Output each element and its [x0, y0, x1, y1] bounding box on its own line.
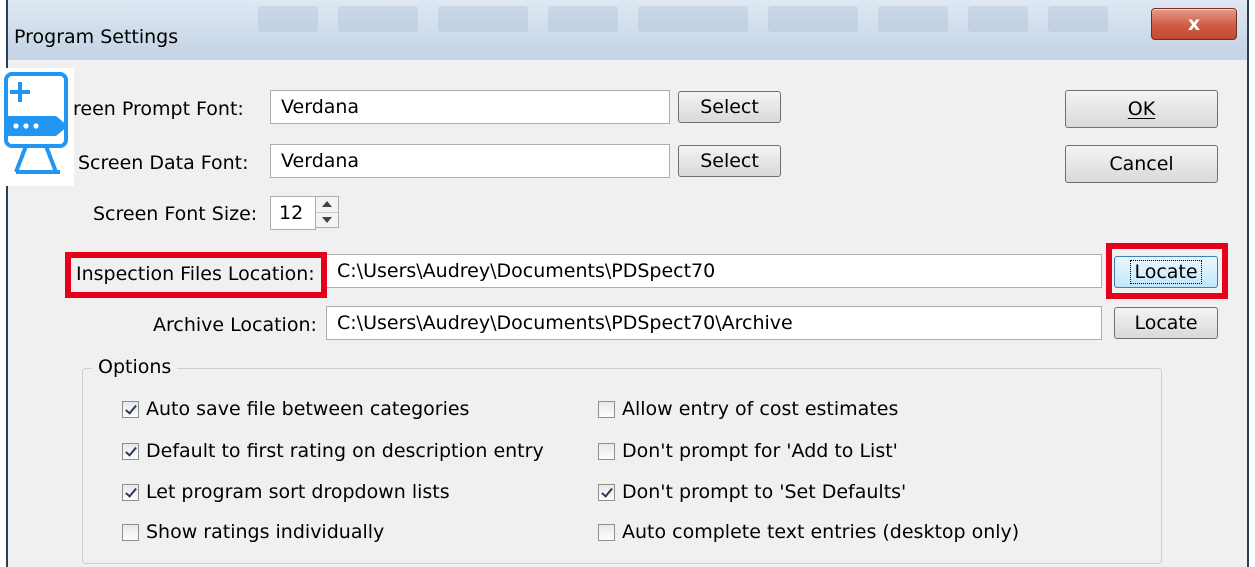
- checkbox-box[interactable]: [122, 523, 139, 541]
- ok-button[interactable]: OK: [1065, 90, 1218, 128]
- window-title: Program Settings: [14, 26, 179, 48]
- ok-button-label: OK: [1127, 98, 1156, 120]
- checkbox-cost-estimates[interactable]: Allow entry of cost estimates: [598, 398, 898, 420]
- inspection-files-location-label: Inspection Files Location:: [76, 263, 315, 285]
- checkbox-label: Don't prompt for 'Add to List': [622, 440, 898, 462]
- inspection-files-location-field[interactable]: C:\Users\Audrey\Documents\PDSpect70: [326, 254, 1102, 288]
- options-group-title: Options: [92, 356, 178, 378]
- archive-location-field[interactable]: C:\Users\Audrey\Documents\PDSpect70\Arch…: [326, 306, 1102, 340]
- cancel-button[interactable]: Cancel: [1065, 145, 1218, 183]
- checkbox-box[interactable]: [122, 483, 139, 501]
- spin-up-button[interactable]: [316, 197, 338, 213]
- screen-data-font-label: Screen Data Font:: [78, 152, 249, 174]
- locate-inspection-label: Locate: [1130, 260, 1202, 284]
- screen-prompt-font-label: reen Prompt Font:: [73, 98, 244, 120]
- checkbox-auto-complete[interactable]: Auto complete text entries (desktop only…: [598, 521, 1019, 543]
- chevron-down-icon: [322, 217, 332, 223]
- cancel-button-label: Cancel: [1109, 153, 1174, 175]
- chevron-up-icon: [322, 201, 332, 207]
- checkbox-auto-save[interactable]: Auto save file between categories: [122, 398, 469, 420]
- checkbox-label: Show ratings individually: [146, 521, 385, 543]
- checkbox-default-first-rating[interactable]: Default to first rating on description e…: [122, 440, 544, 462]
- select-data-font-button[interactable]: Select: [678, 145, 781, 177]
- locate-archive-button[interactable]: Locate: [1114, 307, 1218, 339]
- app-monitor-icon: [2, 68, 74, 186]
- checkbox-box[interactable]: [122, 442, 139, 460]
- font-size-spinner[interactable]: [315, 196, 339, 228]
- checkbox-label: Don't prompt to 'Set Defaults': [622, 481, 907, 503]
- screen-prompt-font-field[interactable]: Verdana: [270, 90, 670, 124]
- checkbox-no-add-to-list[interactable]: Don't prompt for 'Add to List': [598, 440, 898, 462]
- checkbox-no-set-defaults[interactable]: Don't prompt to 'Set Defaults': [598, 481, 906, 503]
- screen-data-font-field[interactable]: Verdana: [270, 144, 670, 178]
- archive-location-label: Archive Location:: [153, 314, 317, 336]
- checkbox-box[interactable]: [598, 400, 615, 418]
- checkbox-sort-dropdowns[interactable]: Let program sort dropdown lists: [122, 481, 450, 503]
- locate-inspection-button[interactable]: Locate: [1114, 256, 1218, 288]
- checkbox-box[interactable]: [122, 400, 139, 418]
- checkbox-label: Allow entry of cost estimates: [622, 398, 899, 420]
- checkbox-label: Default to first rating on description e…: [146, 440, 544, 462]
- select-prompt-font-button[interactable]: Select: [678, 91, 781, 123]
- checkbox-box[interactable]: [598, 483, 615, 501]
- spin-down-button[interactable]: [316, 213, 338, 228]
- checkbox-label: Auto complete text entries (desktop only…: [622, 521, 1020, 543]
- checkbox-label: Auto save file between categories: [146, 398, 470, 420]
- checkbox-label: Let program sort dropdown lists: [146, 481, 450, 503]
- checkbox-box[interactable]: [598, 442, 615, 460]
- close-button[interactable]: x: [1151, 8, 1237, 40]
- checkbox-show-ratings[interactable]: Show ratings individually: [122, 521, 384, 543]
- checkbox-box[interactable]: [598, 523, 615, 541]
- screen-font-size-field[interactable]: 12: [270, 196, 316, 230]
- screen-font-size-label: Screen Font Size:: [93, 203, 258, 225]
